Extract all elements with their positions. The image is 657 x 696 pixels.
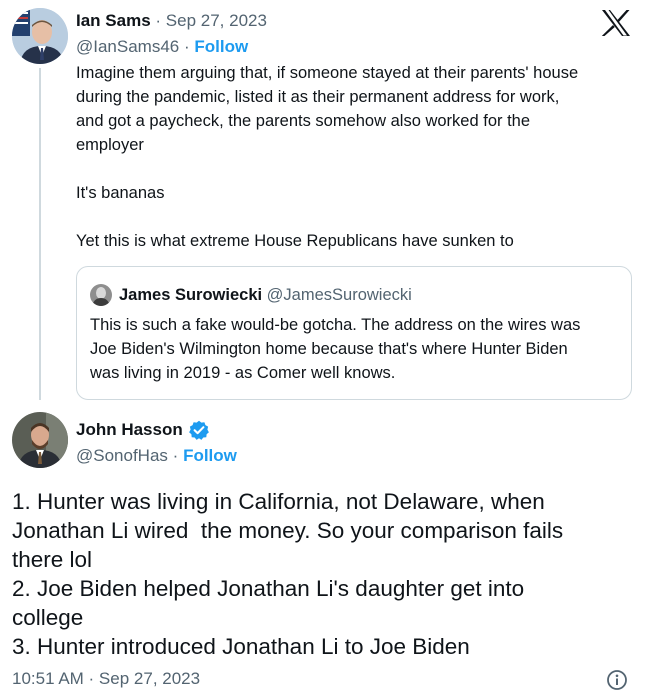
info-icon[interactable] xyxy=(606,669,628,691)
verified-badge-icon xyxy=(189,420,210,440)
quoted-tweet-header: James Surowiecki @JamesSurowiecki xyxy=(119,286,412,305)
avatar-ian-sams[interactable] xyxy=(12,8,68,64)
author-handle[interactable]: @SonofHas xyxy=(76,446,168,465)
author-handle[interactable]: @IanSams46 xyxy=(76,37,179,56)
tweet1-handle-row: @IanSams46 · Follow xyxy=(76,37,248,59)
follow-button[interactable]: Follow xyxy=(194,37,248,56)
quoted-tweet-card[interactable]: James Surowiecki @JamesSurowiecki This i… xyxy=(76,266,632,400)
tweet2-handle-row: @SonofHas · Follow xyxy=(76,446,237,468)
author-name[interactable]: Ian Sams xyxy=(76,11,151,30)
tweet2-header: John Hasson xyxy=(76,420,210,444)
quoted-tweet-body: This is such a fake would-be gotcha. The… xyxy=(90,316,581,382)
tweet-body: 1. Hunter was living in California, not … xyxy=(12,489,564,659)
tweet1-header: Ian Sams · Sep 27, 2023 xyxy=(76,11,267,33)
dot-separator: · xyxy=(155,11,162,30)
avatar-ian-sams-image xyxy=(12,8,68,64)
avatar-john-hasson[interactable] xyxy=(12,412,68,468)
tweet-ian-sams: Ian Sams · Sep 27, 2023 @IanSams46 · Fol… xyxy=(0,0,657,400)
tweet-timestamp[interactable]: 10:51 AM · Sep 27, 2023 xyxy=(12,669,200,689)
avatar-james-surowiecki[interactable] xyxy=(90,284,112,306)
x-logo-icon[interactable] xyxy=(601,9,631,37)
thread-connector-line xyxy=(39,68,41,400)
tweet-john-hasson: John Hasson @SonofHas · Follow 1. Hunter… xyxy=(0,404,657,696)
tweet-body: Imagine them arguing that, if someone st… xyxy=(76,64,579,250)
quoted-author-handle[interactable]: @JamesSurowiecki xyxy=(267,286,412,304)
follow-button[interactable]: Follow xyxy=(183,446,237,465)
dot-separator: · xyxy=(184,37,190,56)
tweet-date[interactable]: Sep 27, 2023 xyxy=(166,11,267,30)
author-name[interactable]: John Hasson xyxy=(76,420,183,439)
dot-separator: · xyxy=(172,446,179,465)
quoted-author-name[interactable]: James Surowiecki xyxy=(119,286,262,304)
